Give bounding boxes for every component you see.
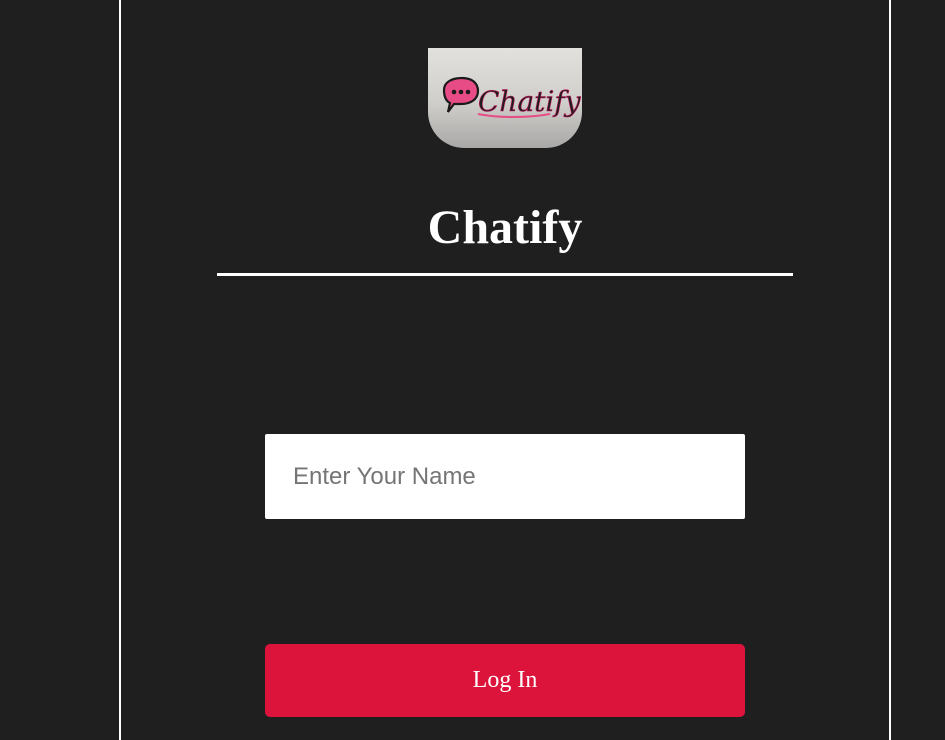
login-panel: Chatify Chatify Log In bbox=[119, 0, 891, 740]
login-button[interactable]: Log In bbox=[265, 644, 745, 717]
svg-text:Chatify: Chatify bbox=[478, 85, 582, 118]
chatify-logo-image: Chatify bbox=[428, 48, 582, 148]
name-input[interactable] bbox=[265, 434, 745, 519]
title-divider bbox=[217, 273, 793, 276]
chat-bubble-icon bbox=[442, 76, 480, 113]
app-title: Chatify bbox=[427, 201, 583, 254]
